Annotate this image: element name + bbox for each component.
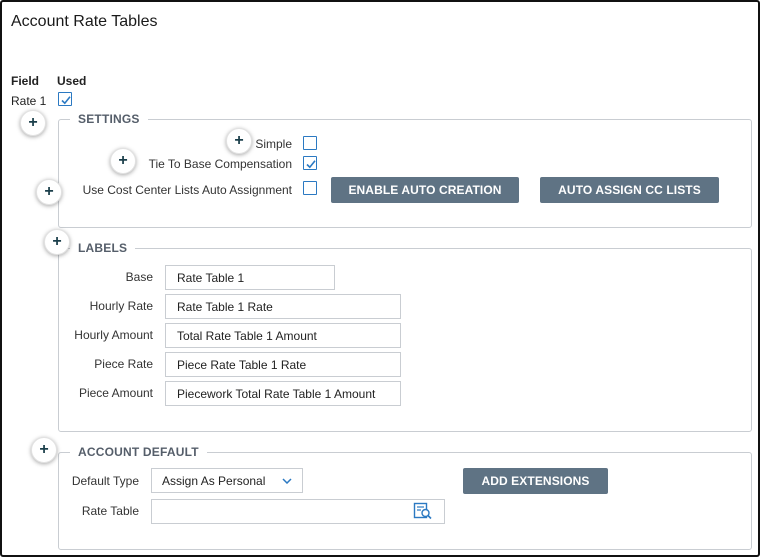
settings-section — [58, 119, 752, 228]
rate-table-input[interactable] — [151, 499, 445, 524]
tie-to-base-checkbox[interactable] — [303, 156, 317, 170]
column-header-field: Field — [11, 74, 40, 88]
default-type-select[interactable]: Assign As Personal — [151, 468, 303, 493]
tie-expand-plus-icon[interactable]: + — [110, 148, 136, 174]
search-list-icon[interactable] — [413, 502, 433, 520]
chevron-down-icon — [282, 477, 292, 484]
piece-rate-input[interactable]: Piece Rate Table 1 Rate — [165, 352, 401, 377]
hourly-amount-input[interactable]: Total Rate Table 1 Amount — [165, 323, 401, 348]
column-header-used: Used — [57, 74, 87, 88]
simple-expand-plus-icon[interactable]: + — [226, 128, 252, 154]
page-title: Account Rate Tables — [11, 13, 158, 30]
piece-rate-label: Piece Rate — [94, 357, 153, 371]
check-icon — [61, 96, 71, 105]
labels-section — [58, 248, 752, 432]
piece-amount-input[interactable]: Piecework Total Rate Table 1 Amount — [165, 381, 401, 406]
row-label-rate-1: Rate 1 — [11, 94, 47, 108]
default-type-label: Default Type — [71, 474, 139, 488]
cost-center-checkbox[interactable] — [303, 181, 317, 195]
default-type-value: Assign As Personal — [162, 473, 266, 488]
hourly-rate-label: Hourly Rate — [89, 299, 153, 313]
auto-assign-cc-lists-button[interactable]: AUTO ASSIGN CC LISTS — [540, 177, 719, 203]
cost-center-label: Use Cost Center Lists Auto Assignment — [82, 183, 292, 197]
account-default-legend: ACCOUNT DEFAULT — [70, 445, 207, 459]
account-default-expand-plus-icon[interactable]: + — [31, 437, 57, 463]
simple-checkbox[interactable] — [303, 136, 317, 150]
hourly-amount-label: Hourly Amount — [74, 328, 153, 342]
add-extensions-button[interactable]: ADD EXTENSIONS — [463, 468, 608, 494]
window-frame: Account Rate Tables Field Used Rate 1 SE… — [0, 0, 760, 557]
rate-table-label: Rate Table — [81, 504, 139, 518]
cc-expand-plus-icon[interactable]: + — [36, 179, 62, 205]
used-checkbox[interactable] — [58, 92, 72, 106]
labels-legend: LABELS — [70, 241, 136, 255]
tie-to-base-label: Tie To Base Compensation — [148, 157, 292, 171]
base-input[interactable]: Rate Table 1 — [165, 265, 335, 290]
labels-expand-plus-icon[interactable]: + — [44, 229, 70, 255]
check-icon — [306, 160, 316, 169]
enable-auto-creation-button[interactable]: ENABLE AUTO CREATION — [331, 177, 519, 203]
simple-label: Simple — [255, 137, 292, 151]
base-label: Base — [125, 270, 153, 284]
settings-expand-plus-icon[interactable]: + — [20, 110, 46, 136]
piece-amount-label: Piece Amount — [78, 386, 153, 400]
settings-legend: SETTINGS — [70, 112, 148, 126]
hourly-rate-input[interactable]: Rate Table 1 Rate — [165, 294, 401, 319]
